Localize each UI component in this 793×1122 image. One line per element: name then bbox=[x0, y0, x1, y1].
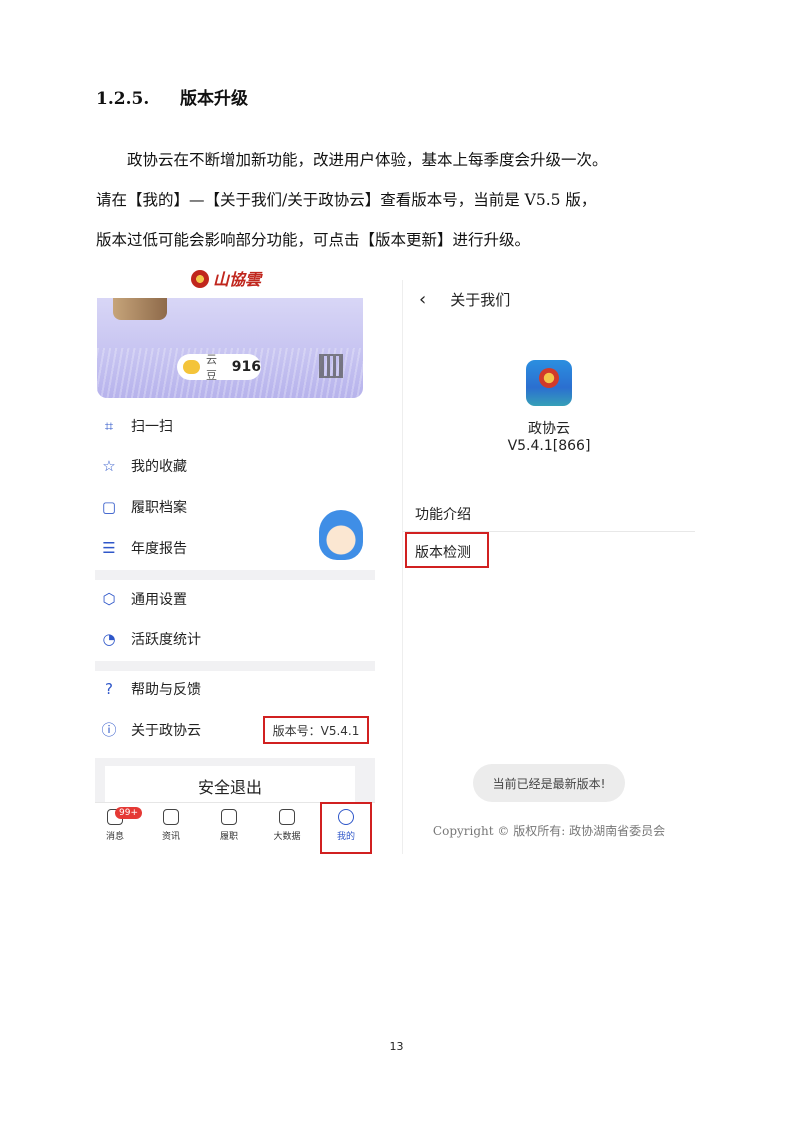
app-icon bbox=[526, 360, 572, 406]
menu-item-favorites[interactable]: ☆ 我的收藏 bbox=[95, 446, 375, 486]
coin-balance[interactable]: 云豆 916 bbox=[177, 353, 261, 382]
row-feature-intro[interactable]: 功能介绍 bbox=[415, 504, 471, 524]
body-paragraph: 政协云在不断增加新功能，改进用户体验，基本上每季度会升级一次。 请在【我的】—【… bbox=[96, 140, 700, 260]
tab-label: 履职 bbox=[219, 832, 238, 842]
menu-label: 活跃度统计 bbox=[131, 632, 201, 648]
app-logo: 山協雲 bbox=[191, 266, 261, 290]
menu-label: 扫一扫 bbox=[131, 419, 173, 435]
menu-label: 履职档案 bbox=[131, 500, 187, 516]
tab-messages[interactable]: 99+ 消息 bbox=[95, 807, 142, 853]
tab-label: 大数据 bbox=[273, 832, 301, 842]
back-arrow-icon[interactable]: ‹ bbox=[419, 289, 426, 310]
settings-icon: ⬡ bbox=[102, 590, 116, 608]
menu-item-scan[interactable]: ⌗ 扫一扫 bbox=[95, 406, 375, 446]
menu-label: 帮助与反馈 bbox=[131, 682, 201, 698]
tab-label: 消息 bbox=[105, 832, 124, 842]
profile-card[interactable]: 云豆 916 bbox=[97, 298, 363, 398]
tab-duties[interactable]: 履职 bbox=[209, 809, 249, 853]
menu-label: 我的收藏 bbox=[131, 459, 187, 475]
tab-news[interactable]: 资讯 bbox=[151, 809, 191, 853]
paragraph-line-2: 请在【我的】—【关于我们/关于政协云】查看版本号，当前是 V5.5 版， bbox=[96, 191, 597, 209]
toast-message: 当前已经是最新版本! bbox=[473, 764, 625, 802]
mascot-image bbox=[319, 510, 363, 560]
version-text: 版本号：V5.4.1 bbox=[272, 723, 360, 738]
coin-value: 916 bbox=[231, 359, 261, 375]
menu-label: 关于政协云 bbox=[131, 723, 201, 739]
report-icon: ☰ bbox=[102, 539, 116, 557]
my-page-screenshot: 山協雲 云豆 916 ⌗ 扫一扫 ☆ 我的收藏 ▢ 履职档案 ☰ 年度报告 ⬡ … bbox=[95, 262, 375, 854]
tab-big-data[interactable]: 大数据 bbox=[267, 809, 307, 853]
tab-label: 资讯 bbox=[161, 832, 180, 842]
emblem-icon bbox=[539, 368, 559, 388]
duties-icon bbox=[221, 809, 237, 825]
unread-badge: 99+ bbox=[115, 807, 142, 819]
version-check-highlight bbox=[405, 532, 489, 568]
paragraph-line-3: 版本过低可能会影响部分功能，可点击【版本更新】进行升级。 bbox=[96, 231, 531, 249]
copyright-text: Copyright © 版权所有: 政协湖南省委员会 bbox=[432, 824, 666, 838]
app-version: V5.4.1[866] bbox=[507, 438, 591, 454]
coin-icon bbox=[183, 360, 200, 374]
menu-label: 年度报告 bbox=[131, 541, 187, 557]
help-icon: ? bbox=[105, 680, 113, 698]
info-icon: ⓘ bbox=[101, 721, 117, 739]
pie-chart-icon: ◔ bbox=[102, 630, 116, 648]
app-name: 政协云 bbox=[528, 421, 570, 437]
mine-tab-highlight bbox=[320, 802, 372, 854]
scan-icon: ⌗ bbox=[104, 417, 114, 435]
menu-item-activity-stats[interactable]: ◔ 活跃度统计 bbox=[95, 619, 375, 659]
about-us-screenshot: ‹ 关于我们 政协云 V5.4.1[866] 功能介绍 版本检测 当前已经是最新… bbox=[402, 280, 695, 854]
paragraph-line-1: 政协云在不断增加新功能，改进用户体验，基本上每季度会升级一次。 bbox=[127, 151, 608, 169]
qr-code-icon[interactable] bbox=[319, 354, 343, 378]
section-heading: 1.2.5. 版本升级 bbox=[96, 84, 248, 109]
logo-text: 山協雲 bbox=[213, 270, 262, 289]
nav-title: 关于我们 bbox=[450, 290, 511, 309]
coin-label: 云豆 bbox=[206, 353, 217, 382]
menu-item-settings[interactable]: ⬡ 通用设置 bbox=[95, 579, 375, 619]
top-bar: 山協雲 bbox=[95, 262, 375, 298]
menu-item-help[interactable]: ? 帮助与反馈 bbox=[95, 669, 375, 709]
star-icon: ☆ bbox=[102, 457, 116, 475]
avatar[interactable] bbox=[113, 298, 167, 320]
section-number: 1.2.5. bbox=[96, 89, 150, 109]
folder-icon: ▢ bbox=[101, 498, 117, 516]
nav-bar: ‹ 关于我们 bbox=[403, 280, 695, 318]
logout-button[interactable]: 安全退出 bbox=[105, 766, 355, 806]
menu-label: 通用设置 bbox=[131, 592, 187, 608]
news-icon bbox=[163, 809, 179, 825]
page-number: 13 bbox=[389, 1040, 404, 1053]
big-data-icon bbox=[279, 809, 295, 825]
version-number-highlight: 版本号：V5.4.1 bbox=[263, 716, 369, 744]
emblem-icon bbox=[191, 270, 209, 288]
section-title: 版本升级 bbox=[180, 89, 248, 109]
